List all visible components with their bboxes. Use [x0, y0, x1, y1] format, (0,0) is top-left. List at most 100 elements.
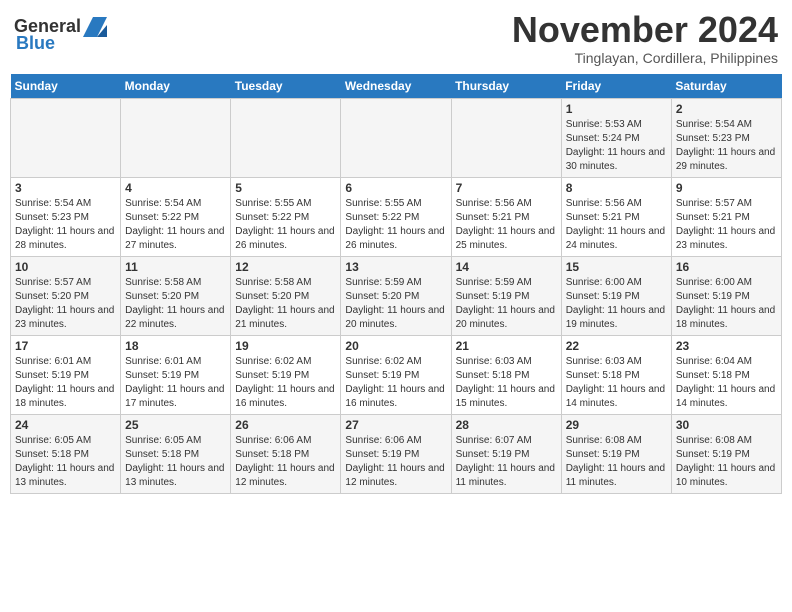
calendar-cell: 25 Sunrise: 6:05 AM Sunset: 5:18 PM Dayli… [121, 414, 231, 493]
day-number: 9 [676, 181, 777, 195]
calendar-week-row: 1 Sunrise: 5:53 AM Sunset: 5:24 PM Daylig… [11, 98, 782, 177]
calendar-cell: 2Sunrise: 5:54 AM Sunset: 5:23 PM Daylig… [671, 98, 781, 177]
day-number: 16 [676, 260, 777, 274]
day-info: Sunrise: 6:01 AM Sunset: 5:19 PM Dayligh… [125, 355, 226, 411]
day-number: 22 [566, 339, 667, 353]
day-info: Sunrise: 5:58 AM Sunset: 5:20 PM Dayligh… [235, 276, 336, 332]
logo-icon [83, 17, 107, 37]
day-number: 19 [235, 339, 336, 353]
calendar-cell: 6Sunrise: 5:55 AM Sunset: 5:22 PM Daylig… [341, 177, 451, 256]
day-info: Sunrise: 6:08 AM Sunset: 5:19 PM Dayligh… [676, 434, 777, 490]
day-info: Sunrise: 6:00 AM Sunset: 5:19 PM Dayligh… [566, 276, 667, 332]
calendar-cell [341, 98, 451, 177]
day-info: Sunrise: 5:56 AM Sunset: 5:21 PM Dayligh… [566, 197, 667, 253]
weekday-header: Sunday [11, 74, 121, 99]
day-number: 15 [566, 260, 667, 274]
day-number: 17 [15, 339, 116, 353]
day-info: Sunrise: 6:08 AM Sunset: 5:19 PM Dayligh… [566, 434, 667, 490]
calendar-cell: 5Sunrise: 5:55 AM Sunset: 5:22 PM Daylig… [231, 177, 341, 256]
day-info: Sunrise: 6:03 AM Sunset: 5:18 PM Dayligh… [566, 355, 667, 411]
calendar-cell: 29 Sunrise: 6:08 AM Sunset: 5:19 PM Dayli… [561, 414, 671, 493]
calendar-cell: 26 Sunrise: 6:06 AM Sunset: 5:18 PM Dayli… [231, 414, 341, 493]
day-number: 1 [566, 102, 667, 116]
calendar-header: SundayMondayTuesdayWednesdayThursdayFrid… [11, 74, 782, 99]
day-info: Sunrise: 6:02 AM Sunset: 5:19 PM Dayligh… [345, 355, 446, 411]
calendar-cell: 11 Sunrise: 5:58 AM Sunset: 5:20 PM Dayli… [121, 256, 231, 335]
weekday-header: Friday [561, 74, 671, 99]
day-info: Sunrise: 6:05 AM Sunset: 5:18 PM Dayligh… [125, 434, 226, 490]
day-info: Sunrise: 5:59 AM Sunset: 5:19 PM Dayligh… [456, 276, 557, 332]
weekday-header: Saturday [671, 74, 781, 99]
calendar-cell: 28 Sunrise: 6:07 AM Sunset: 5:19 PM Dayli… [451, 414, 561, 493]
day-info: Sunrise: 6:03 AM Sunset: 5:18 PM Dayligh… [456, 355, 557, 411]
calendar-cell: 22 Sunrise: 6:03 AM Sunset: 5:18 PM Dayli… [561, 335, 671, 414]
day-info: Sunrise: 6:07 AM Sunset: 5:19 PM Dayligh… [456, 434, 557, 490]
day-number: 7 [456, 181, 557, 195]
calendar-cell [231, 98, 341, 177]
day-info: Sunrise: 6:05 AM Sunset: 5:18 PM Dayligh… [15, 434, 116, 490]
calendar-cell: 30 Sunrise: 6:08 AM Sunset: 5:19 PM Dayli… [671, 414, 781, 493]
day-number: 13 [345, 260, 446, 274]
day-info: Sunrise: 5:58 AM Sunset: 5:20 PM Dayligh… [125, 276, 226, 332]
day-number: 4 [125, 181, 226, 195]
calendar-body: 1 Sunrise: 5:53 AM Sunset: 5:24 PM Daylig… [11, 98, 782, 493]
calendar-cell: 3Sunrise: 5:54 AM Sunset: 5:23 PM Daylig… [11, 177, 121, 256]
day-info: Sunrise: 6:02 AM Sunset: 5:19 PM Dayligh… [235, 355, 336, 411]
month-year-title: November 2024 [512, 10, 778, 50]
day-number: 11 [125, 260, 226, 274]
day-number: 20 [345, 339, 446, 353]
calendar-cell: 20 Sunrise: 6:02 AM Sunset: 5:19 PM Dayli… [341, 335, 451, 414]
calendar-cell: 27 Sunrise: 6:06 AM Sunset: 5:19 PM Dayli… [341, 414, 451, 493]
day-info: Sunrise: 6:06 AM Sunset: 5:19 PM Dayligh… [345, 434, 446, 490]
day-info: Sunrise: 5:57 AM Sunset: 5:21 PM Dayligh… [676, 197, 777, 253]
calendar-cell: 4 Sunrise: 5:54 AM Sunset: 5:22 PM Daylig… [121, 177, 231, 256]
calendar-cell: 10 Sunrise: 5:57 AM Sunset: 5:20 PM Dayli… [11, 256, 121, 335]
weekday-header: Tuesday [231, 74, 341, 99]
title-section: November 2024 Tinglayan, Cordillera, Phi… [512, 10, 778, 66]
location-subtitle: Tinglayan, Cordillera, Philippines [512, 50, 778, 66]
weekday-header: Monday [121, 74, 231, 99]
calendar-cell: 18Sunrise: 6:01 AM Sunset: 5:19 PM Dayli… [121, 335, 231, 414]
calendar-table: SundayMondayTuesdayWednesdayThursdayFrid… [10, 74, 782, 494]
calendar-cell: 24 Sunrise: 6:05 AM Sunset: 5:18 PM Dayli… [11, 414, 121, 493]
day-info: Sunrise: 5:55 AM Sunset: 5:22 PM Dayligh… [345, 197, 446, 253]
day-number: 14 [456, 260, 557, 274]
day-number: 23 [676, 339, 777, 353]
day-number: 10 [15, 260, 116, 274]
day-number: 24 [15, 418, 116, 432]
calendar-cell: 14 Sunrise: 5:59 AM Sunset: 5:19 PM Dayli… [451, 256, 561, 335]
day-info: Sunrise: 5:55 AM Sunset: 5:22 PM Dayligh… [235, 197, 336, 253]
day-info: Sunrise: 6:06 AM Sunset: 5:18 PM Dayligh… [235, 434, 336, 490]
calendar-cell [121, 98, 231, 177]
logo: General Blue [14, 16, 107, 54]
day-number: 8 [566, 181, 667, 195]
day-info: Sunrise: 5:59 AM Sunset: 5:20 PM Dayligh… [345, 276, 446, 332]
day-number: 28 [456, 418, 557, 432]
day-number: 25 [125, 418, 226, 432]
day-info: Sunrise: 5:54 AM Sunset: 5:22 PM Dayligh… [125, 197, 226, 253]
day-number: 29 [566, 418, 667, 432]
calendar-cell: 12 Sunrise: 5:58 AM Sunset: 5:20 PM Dayli… [231, 256, 341, 335]
calendar-cell: 1 Sunrise: 5:53 AM Sunset: 5:24 PM Daylig… [561, 98, 671, 177]
page-header: General Blue November 2024 Tinglayan, Co… [10, 10, 782, 66]
logo-blue: Blue [16, 33, 55, 53]
day-number: 30 [676, 418, 777, 432]
day-number: 21 [456, 339, 557, 353]
weekday-header-row: SundayMondayTuesdayWednesdayThursdayFrid… [11, 74, 782, 99]
calendar-cell [451, 98, 561, 177]
weekday-header: Wednesday [341, 74, 451, 99]
day-info: Sunrise: 5:57 AM Sunset: 5:20 PM Dayligh… [15, 276, 116, 332]
day-number: 12 [235, 260, 336, 274]
calendar-cell: 21 Sunrise: 6:03 AM Sunset: 5:18 PM Dayli… [451, 335, 561, 414]
calendar-cell: 23Sunrise: 6:04 AM Sunset: 5:18 PM Dayli… [671, 335, 781, 414]
calendar-cell: 8 Sunrise: 5:56 AM Sunset: 5:21 PM Daylig… [561, 177, 671, 256]
day-number: 2 [676, 102, 777, 116]
calendar-week-row: 24 Sunrise: 6:05 AM Sunset: 5:18 PM Dayli… [11, 414, 782, 493]
calendar-week-row: 17 Sunrise: 6:01 AM Sunset: 5:19 PM Dayli… [11, 335, 782, 414]
calendar-week-row: 3Sunrise: 5:54 AM Sunset: 5:23 PM Daylig… [11, 177, 782, 256]
day-number: 26 [235, 418, 336, 432]
day-number: 27 [345, 418, 446, 432]
calendar-cell: 15 Sunrise: 6:00 AM Sunset: 5:19 PM Dayli… [561, 256, 671, 335]
day-info: Sunrise: 5:53 AM Sunset: 5:24 PM Dayligh… [566, 118, 667, 174]
calendar-cell: 13 Sunrise: 5:59 AM Sunset: 5:20 PM Dayli… [341, 256, 451, 335]
